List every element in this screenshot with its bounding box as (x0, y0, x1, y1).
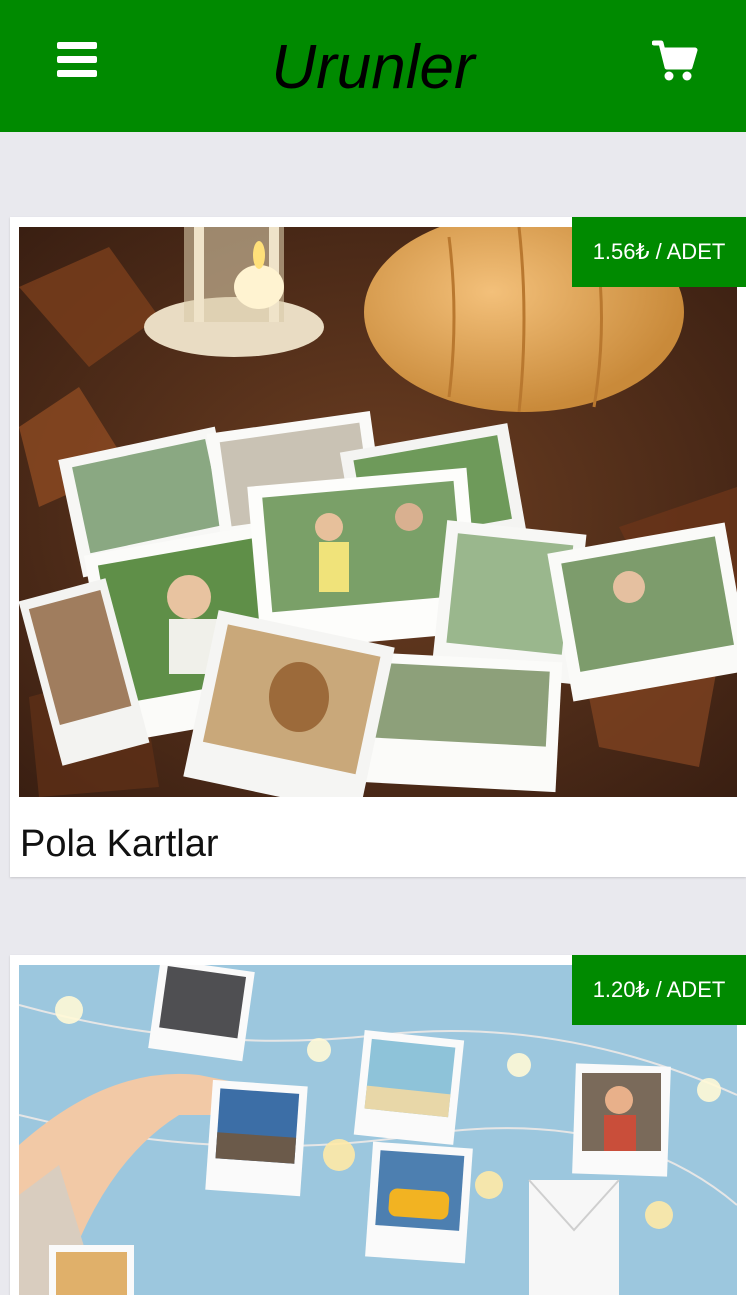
product-title[interactable]: Pola Kartlar (20, 821, 219, 867)
price-badge: 1.56₺ / ADET (572, 217, 746, 287)
page-title: Urunler (271, 33, 475, 102)
shopping-cart-icon (651, 40, 698, 81)
product-image (19, 227, 737, 797)
product-card[interactable]: 1.56₺ / ADET Pola Kartlar (10, 217, 746, 877)
price-badge: 1.20₺ / ADET (572, 955, 746, 1025)
app-bar: Urunler (0, 0, 746, 132)
cart-button[interactable] (651, 40, 698, 82)
product-card[interactable]: 1.20₺ / ADET (10, 955, 746, 1295)
